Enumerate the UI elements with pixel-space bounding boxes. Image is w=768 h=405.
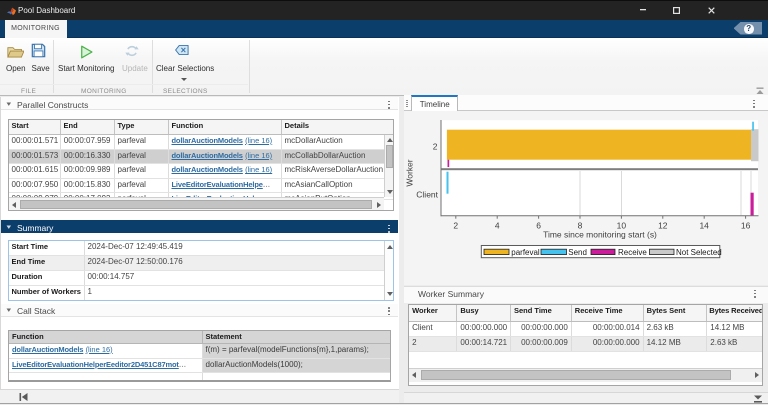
svg-text:parfeval: parfeval bbox=[511, 248, 540, 257]
svg-text:Send: Send bbox=[568, 248, 587, 257]
svg-text:2: 2 bbox=[433, 142, 438, 152]
svg-text:Receive: Receive bbox=[618, 248, 647, 257]
svg-text:Time since monitoring start (s: Time since monitoring start (s) bbox=[543, 230, 657, 240]
svg-text:Worker: Worker bbox=[405, 160, 415, 187]
svg-text:6: 6 bbox=[536, 221, 541, 231]
svg-text:Client: Client bbox=[416, 190, 438, 200]
svg-text:16: 16 bbox=[741, 221, 751, 231]
svg-text:14: 14 bbox=[699, 221, 709, 231]
svg-text:2: 2 bbox=[453, 221, 458, 231]
svg-text:12: 12 bbox=[658, 221, 668, 231]
svg-text:4: 4 bbox=[495, 221, 500, 231]
svg-text:Not Selected: Not Selected bbox=[676, 248, 722, 257]
